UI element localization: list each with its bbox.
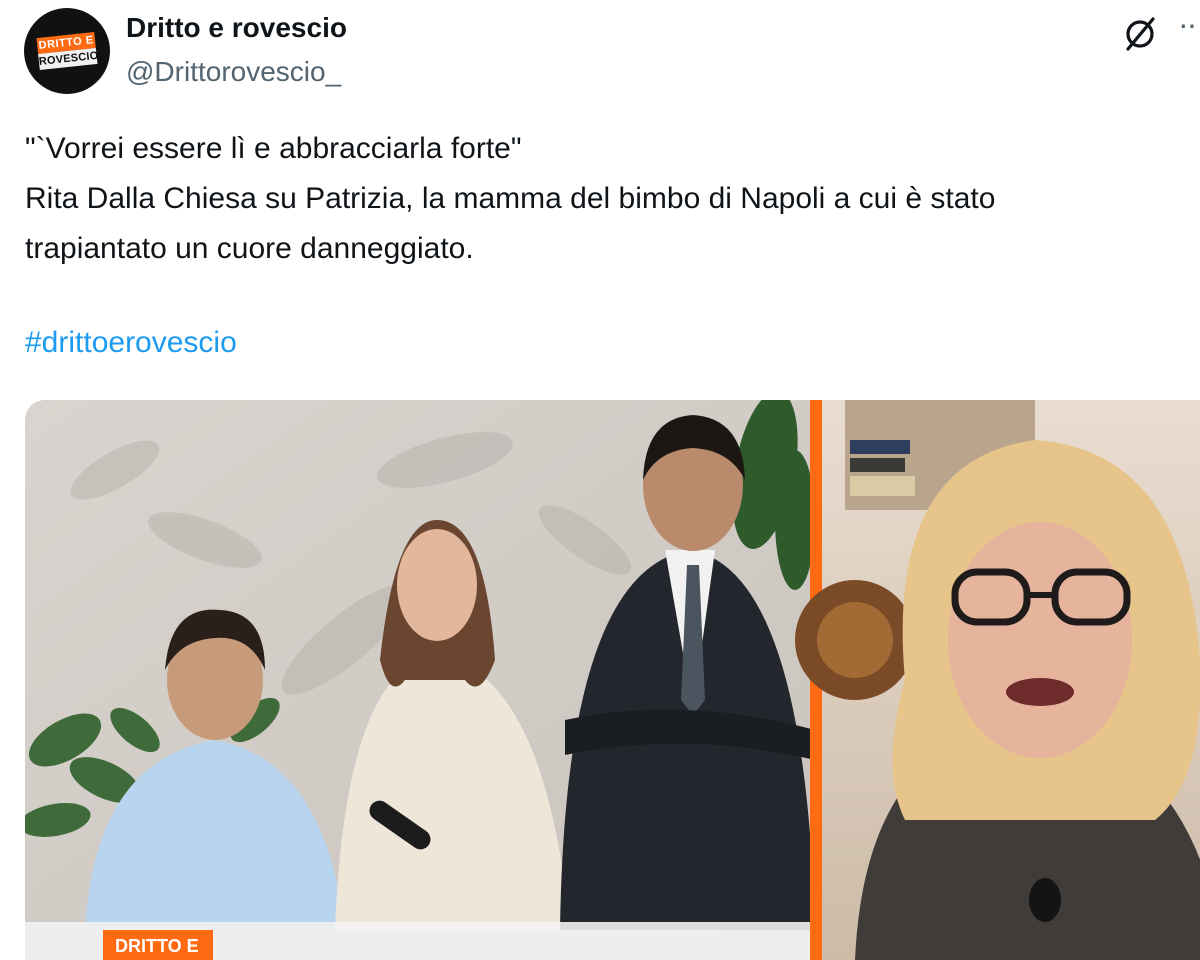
- author-handle[interactable]: @Drittorovescio_: [126, 56, 341, 88]
- hashtag-link[interactable]: #drittoerovescio: [25, 326, 237, 360]
- brand-logo: DRITTO E ROVESCIO: [36, 32, 99, 70]
- tweet-line-body: Rita Dalla Chiesa su Patrizia, la mamma …: [25, 182, 996, 215]
- grok-icon[interactable]: [1120, 14, 1160, 54]
- tweet-line-quote: "`Vorrei essere lì e abbracciarla forte": [25, 132, 522, 165]
- author-name[interactable]: Dritto e rovescio: [126, 12, 347, 44]
- video-player[interactable]: DRITTO E: [25, 400, 1200, 960]
- broadcast-banner-text: DRITTO E: [115, 936, 199, 956]
- tweet-text: "`Vorrei essere lì e abbracciarla forte"…: [25, 124, 1200, 274]
- tweet-line-body-end: trapiantato un cuore danneggiato.: [25, 232, 474, 265]
- avatar[interactable]: DRITTO E ROVESCIO: [24, 8, 110, 94]
- more-icon[interactable]: ··: [1178, 6, 1200, 43]
- video-still: DRITTO E: [25, 400, 1200, 960]
